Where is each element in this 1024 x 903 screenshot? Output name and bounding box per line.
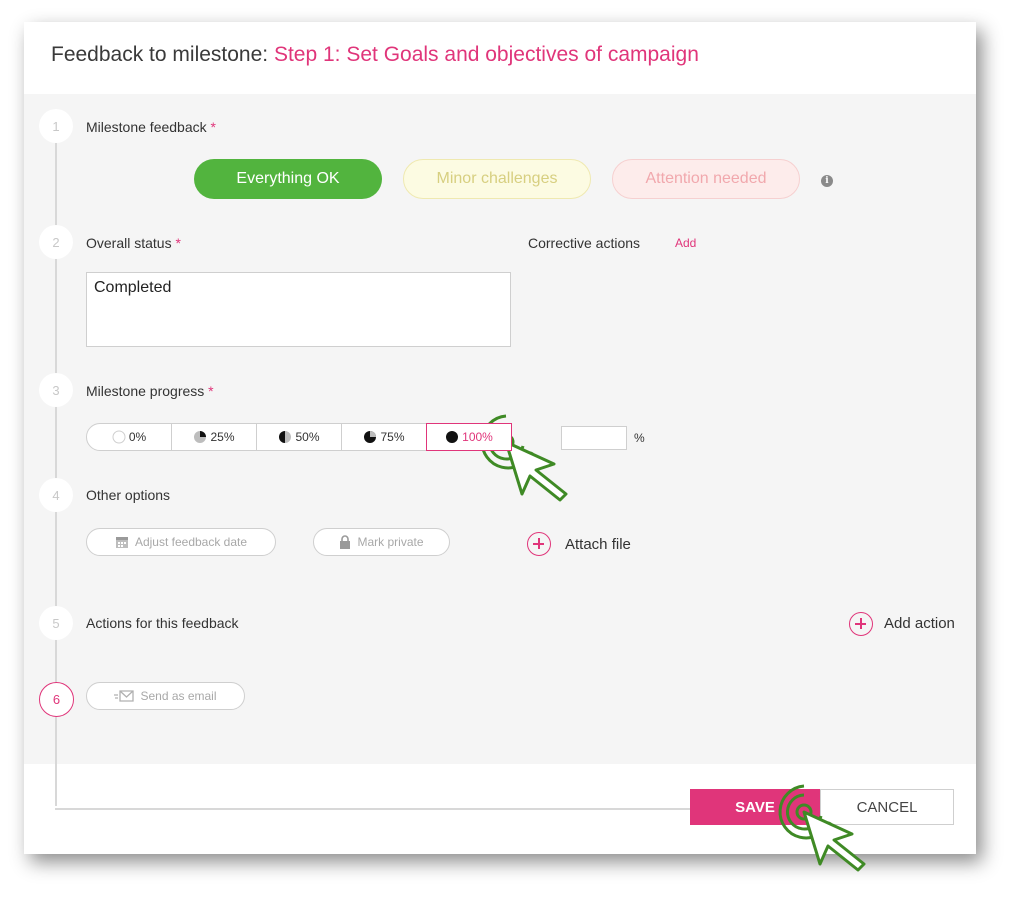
progress-75-label: 75% xyxy=(380,430,405,444)
step-marker-3: 3 xyxy=(39,373,73,407)
pie-75-icon xyxy=(364,431,377,443)
corrective-actions-label: Corrective actions xyxy=(528,235,641,251)
step-marker-4: 4 xyxy=(39,478,73,512)
dialog-header: Feedback to milestone: Step 1: Set Goals… xyxy=(24,22,976,94)
calendar-icon xyxy=(115,537,128,548)
save-button[interactable]: SAVE xyxy=(690,789,820,825)
timeline-end xyxy=(55,808,695,810)
milestone-progress-label: Milestone progress * xyxy=(86,383,214,399)
add-action-plus-icon[interactable] xyxy=(849,612,873,636)
info-icon[interactable]: i xyxy=(821,175,833,187)
progress-100-label: 100% xyxy=(462,430,493,444)
milestone-progress-label-text: Milestone progress xyxy=(86,383,205,399)
progress-25-label: 25% xyxy=(210,430,235,444)
step-marker-6: 6 xyxy=(39,682,74,717)
pie-0-icon xyxy=(112,430,126,444)
lock-icon xyxy=(340,535,351,549)
step-marker-2: 2 xyxy=(39,225,73,259)
attach-file-plus-icon[interactable] xyxy=(527,532,551,556)
percent-unit: % xyxy=(634,431,645,445)
feedback-dialog: Feedback to milestone: Step 1: Set Goals… xyxy=(24,22,976,872)
other-options-label: Other options xyxy=(86,487,171,503)
attach-file-link[interactable]: Attach file xyxy=(565,536,631,553)
mark-private-button[interactable]: Mark private xyxy=(313,528,450,556)
progress-selector: 0% 25% 50% 75% 100% xyxy=(86,423,512,451)
overall-status-textarea[interactable]: Completed xyxy=(86,272,511,347)
title-prefix: Feedback to milestone: xyxy=(51,43,274,66)
send-as-email-button[interactable]: Send as email xyxy=(86,682,245,710)
progress-25-button[interactable]: 25% xyxy=(171,423,257,451)
pie-50-icon xyxy=(279,431,292,443)
feedback-attention-needed-button[interactable]: Attention needed xyxy=(612,159,800,199)
progress-50-label: 50% xyxy=(295,430,320,444)
milestone-feedback-label-text: Milestone feedback xyxy=(86,119,207,135)
actions-for-feedback-label: Actions for this feedback xyxy=(86,615,239,631)
adjust-feedback-date-label: Adjust feedback date xyxy=(134,535,248,549)
pie-100-icon xyxy=(446,431,459,443)
overall-status-label-text: Overall status xyxy=(86,235,172,251)
progress-percent-input[interactable] xyxy=(561,426,627,450)
required-mark: * xyxy=(208,383,214,399)
dialog-title: Feedback to milestone: Step 1: Set Goals… xyxy=(51,43,699,67)
milestone-name: Step 1: Set Goals and objectives of camp… xyxy=(273,43,699,66)
adjust-feedback-date-button[interactable]: Adjust feedback date xyxy=(86,528,276,556)
corrective-actions-add-link[interactable]: Add xyxy=(675,236,696,250)
mark-private-label: Mark private xyxy=(357,535,424,549)
feedback-everything-ok-button[interactable]: Everything OK xyxy=(194,159,382,199)
progress-0-button[interactable]: 0% xyxy=(86,423,172,451)
step-marker-1: 1 xyxy=(39,109,73,143)
progress-0-label: 0% xyxy=(128,430,147,444)
feedback-minor-challenges-button[interactable]: Minor challenges xyxy=(403,159,591,199)
progress-100-button[interactable]: 100% xyxy=(426,423,512,451)
send-as-email-label: Send as email xyxy=(140,689,217,703)
required-mark: * xyxy=(210,119,216,135)
required-mark: * xyxy=(175,235,181,251)
pie-25-icon xyxy=(194,431,207,443)
step-marker-5: 5 xyxy=(39,606,73,640)
progress-75-button[interactable]: 75% xyxy=(341,423,427,451)
milestone-feedback-label: Milestone feedback * xyxy=(86,119,216,135)
progress-50-button[interactable]: 50% xyxy=(256,423,342,451)
add-action-link[interactable]: Add action xyxy=(884,615,955,632)
overall-status-label: Overall status * xyxy=(86,235,181,251)
envelope-icon xyxy=(114,690,135,702)
cancel-button[interactable]: CANCEL xyxy=(820,789,954,825)
